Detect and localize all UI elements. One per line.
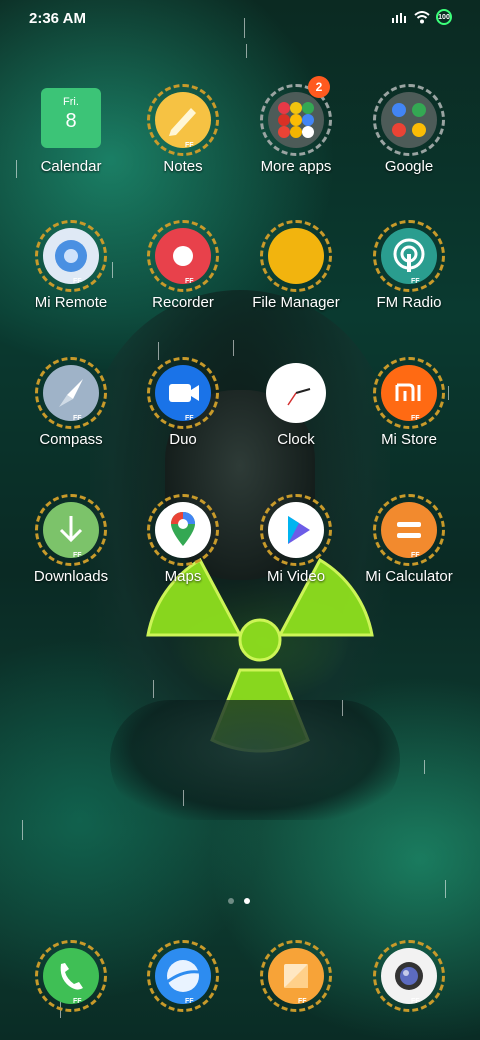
app-mi-calculator[interactable]: FF Mi Calculator: [353, 494, 465, 618]
wallpaper-hand: [110, 700, 400, 820]
icon-badge-text: FF: [411, 998, 420, 1005]
icon-badge-text: FF: [185, 552, 194, 559]
folder-icon: [268, 92, 324, 148]
rain-streak: [445, 880, 446, 898]
rain-streak: [342, 700, 343, 716]
page-dot[interactable]: [228, 898, 234, 904]
remote-icon: [43, 228, 99, 284]
icon-badge-text: FF: [73, 278, 82, 285]
app-label: FM Radio: [376, 294, 442, 311]
rain-streak: [246, 44, 247, 58]
icon-badge-text: FF: [185, 415, 194, 422]
app-label: Mi Video: [266, 568, 326, 585]
app-label: Clock: [277, 431, 315, 448]
icon-badge-text: FF: [185, 142, 194, 149]
rain-streak: [22, 820, 23, 840]
status-bar: 2:36 AM 100: [0, 0, 480, 38]
app-label: Duo: [169, 431, 197, 448]
clock-icon: [264, 361, 328, 425]
app-calendar[interactable]: Fri. 8 Calendar: [15, 88, 127, 208]
icon-badge-text: FF: [73, 415, 82, 422]
signal-icon: [392, 13, 406, 23]
radio-icon: [381, 228, 437, 284]
battery-icon: 100: [436, 9, 452, 25]
gallery-icon: [268, 948, 324, 1004]
icon-badge-text: FF: [298, 552, 307, 559]
app-mi-video[interactable]: FF Mi Video: [240, 494, 352, 618]
play-icon: [268, 502, 324, 558]
download-icon: [43, 502, 99, 558]
app-compass[interactable]: FF Compass: [15, 357, 127, 481]
app-label: Mi Calculator: [365, 568, 453, 585]
app-label: Maps: [164, 568, 202, 585]
notification-badge: 2: [308, 76, 330, 98]
dock-phone[interactable]: FF: [15, 940, 127, 1016]
rain-streak: [183, 790, 184, 806]
app-notes[interactable]: FF Notes: [127, 84, 239, 208]
app-file-manager[interactable]: File Manager: [240, 220, 352, 344]
icon-badge-text: FF: [411, 415, 420, 422]
app-label: Calendar: [40, 158, 102, 175]
folder-more-apps[interactable]: 2 More apps: [240, 76, 352, 208]
notes-icon: [155, 92, 211, 148]
rain-streak: [153, 680, 154, 698]
app-label: File Manager: [252, 294, 340, 311]
status-icons: 100: [392, 9, 452, 25]
app-fm-radio[interactable]: FF FM Radio: [353, 220, 465, 344]
app-maps[interactable]: FF Maps: [127, 494, 239, 618]
icon-badge-text: FF: [298, 998, 307, 1005]
video-call-icon: [155, 365, 211, 421]
app-duo[interactable]: FF Duo: [127, 357, 239, 481]
calendar-day: Fri.: [63, 96, 79, 108]
calendar-widget: Fri. 8: [41, 88, 101, 148]
battery-level: 100: [438, 13, 450, 21]
status-time: 2:36 AM: [29, 10, 86, 27]
app-label: Downloads: [33, 568, 109, 585]
dock-browser[interactable]: FF: [127, 940, 239, 1016]
phone-icon: [43, 948, 99, 1004]
app-label: Compass: [39, 431, 103, 448]
app-mi-store[interactable]: FF Mi Store: [353, 357, 465, 481]
camera-icon: [381, 948, 437, 1004]
app-label: Recorder: [152, 294, 214, 311]
folder-file-icon: [268, 228, 324, 284]
app-label: Mi Remote: [34, 294, 108, 311]
app-label: Google: [384, 158, 434, 175]
compass-icon: [43, 365, 99, 421]
icon-badge-text: FF: [411, 552, 420, 559]
folder-google[interactable]: Google: [353, 84, 465, 208]
icon-badge-text: FF: [185, 998, 194, 1005]
app-recorder[interactable]: FF Recorder: [127, 220, 239, 344]
icon-badge-text: FF: [411, 278, 420, 285]
app-clock[interactable]: Clock: [240, 361, 352, 481]
recorder-icon: [155, 228, 211, 284]
app-label: More apps: [260, 158, 332, 175]
mi-store-icon: [381, 365, 437, 421]
rain-streak: [424, 760, 425, 774]
rain-streak: [158, 342, 159, 360]
app-label: Notes: [163, 158, 203, 175]
calculator-icon: [381, 502, 437, 558]
app-downloads[interactable]: FF Downloads: [15, 494, 127, 618]
calendar-icon: Fri. 8: [39, 88, 103, 152]
app-mi-remote[interactable]: FF Mi Remote: [15, 220, 127, 344]
page-dot-active[interactable]: [244, 898, 250, 904]
calendar-date: 8: [65, 110, 77, 132]
wifi-icon: [414, 10, 430, 23]
page-indicator: [228, 898, 250, 904]
browser-icon: [155, 948, 211, 1004]
icon-badge-text: FF: [73, 552, 82, 559]
maps-pin-icon: [155, 502, 211, 558]
google-folder-icon: [381, 92, 437, 148]
dock-gallery[interactable]: FF: [240, 940, 352, 1016]
icon-badge-text: FF: [73, 998, 82, 1005]
app-label: Mi Store: [381, 431, 437, 448]
dock-camera[interactable]: FF: [353, 940, 465, 1016]
icon-badge-text: FF: [185, 278, 194, 285]
